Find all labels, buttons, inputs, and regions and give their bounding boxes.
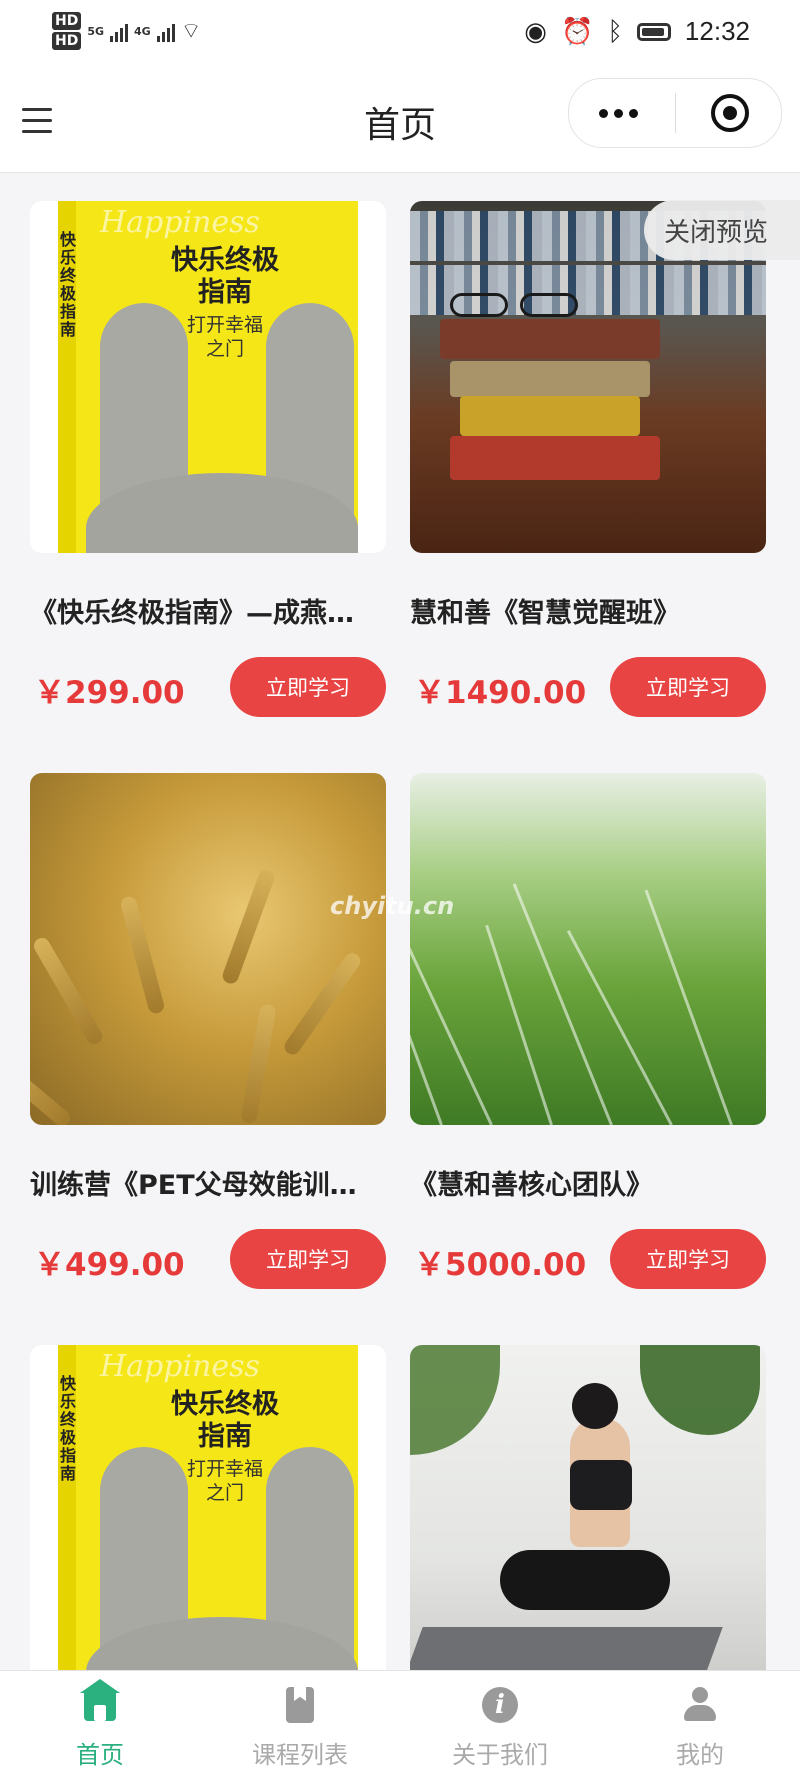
course-title[interactable]: 《快乐终极指南》—成燕… — [30, 591, 380, 631]
course-image[interactable] — [410, 1345, 766, 1697]
course-card[interactable]: 训练营《PET父母效能训… ￥499.00 立即学习 — [30, 773, 386, 1291]
course-image[interactable]: Happiness 快乐终极指南 快乐终极指南 打开幸福之门 — [30, 1345, 386, 1697]
course-title[interactable]: 《慧和善核心团队》 — [410, 1163, 760, 1203]
course-price: ￥5000.00 — [414, 1247, 587, 1283]
learn-now-button[interactable]: 立即学习 — [230, 1229, 386, 1289]
book-spine-title: 快乐终极指南 — [60, 1374, 77, 1483]
book-spine-title: 快乐终极指南 — [60, 230, 77, 339]
learn-now-button[interactable]: 立即学习 — [610, 1229, 766, 1289]
battery-icon — [636, 22, 671, 41]
learn-now-button[interactable]: 立即学习 — [610, 657, 766, 717]
book-brand: Happiness — [100, 205, 260, 240]
tab-mine[interactable]: 我的 — [600, 1671, 800, 1777]
eye-icon: ◉ — [524, 16, 547, 46]
tab-home[interactable]: 首页 — [0, 1671, 200, 1777]
learn-now-button[interactable]: 立即学习 — [230, 657, 386, 717]
alarm-icon: ⏰ — [560, 16, 594, 46]
nav-header: 首页 — [0, 70, 800, 173]
tab-label: 我的 — [676, 1741, 724, 1769]
capsule-divider — [675, 93, 676, 133]
price-row: ￥299.00 立即学习 — [30, 657, 386, 719]
sim-indicators: HD HD — [52, 12, 82, 50]
tab-label: 首页 — [76, 1741, 124, 1769]
course-card[interactable]: Happiness 快乐终极指南 快乐终极指南 打开幸福之门 — [30, 1345, 386, 1697]
tab-about-us[interactable]: i 关于我们 — [400, 1671, 600, 1777]
book-subtitle: 打开幸福之门 — [186, 1458, 263, 1504]
sim1-badge: HD — [52, 12, 82, 30]
status-left: HD HD 5G 4G ⌔ — [52, 12, 201, 50]
course-image[interactable]: Happiness 快乐终极指南 快乐终极指南 打开幸福之门 — [30, 201, 386, 553]
course-card[interactable]: 《慧和善核心团队》 ￥5000.00 立即学习 — [410, 773, 766, 1291]
status-bar: HD HD 5G 4G ⌔ ◉ ⏰ ᛒ 12:32 — [0, 0, 800, 70]
course-card[interactable]: 慧和善《智慧觉醒班》 ￥1490.00 立即学习 — [410, 201, 766, 719]
signal-icon — [110, 20, 129, 42]
course-title[interactable]: 训练营《PET父母效能训… — [30, 1163, 380, 1203]
sim2-badge: HD — [52, 32, 82, 50]
wifi-icon: ⌔ — [180, 19, 202, 44]
book-icon — [280, 1685, 320, 1725]
course-image[interactable] — [30, 773, 386, 1125]
book-brand: Happiness — [100, 1349, 260, 1384]
tab-label: 关于我们 — [452, 1741, 548, 1769]
miniprogram-capsule — [568, 78, 782, 148]
network-4g: 4G — [134, 24, 151, 38]
course-card[interactable] — [410, 1345, 766, 1697]
info-icon: i — [480, 1685, 520, 1725]
book-title: 快乐终极指南 — [171, 1389, 279, 1452]
price-row: ￥5000.00 立即学习 — [410, 1229, 766, 1291]
price-row: ￥499.00 立即学习 — [30, 1229, 386, 1291]
user-icon — [680, 1685, 720, 1725]
course-title[interactable]: 慧和善《智慧觉醒班》 — [410, 591, 760, 631]
price-row: ￥1490.00 立即学习 — [410, 657, 766, 719]
network-5g: 5G — [87, 24, 105, 38]
book-title: 快乐终极指南 — [171, 245, 279, 308]
status-time: 12:32 — [684, 16, 750, 46]
course-image[interactable] — [410, 773, 766, 1125]
status-right: ◉ ⏰ ᛒ 12:32 — [524, 16, 750, 47]
book-subtitle: 打开幸福之门 — [186, 314, 263, 360]
glasses-icon — [450, 293, 590, 319]
tab-bar: 首页 课程列表 i 关于我们 我的 — [0, 1670, 800, 1777]
bluetooth-icon: ᛒ — [607, 16, 623, 46]
close-miniprogram-icon[interactable] — [711, 94, 749, 132]
signal-icon-2 — [156, 20, 175, 42]
tab-label: 课程列表 — [252, 1741, 348, 1769]
course-card[interactable]: Happiness 快乐终极指南 快乐终极指南 打开幸福之门 《快乐终极指南》—… — [30, 201, 386, 719]
watermark: chyitu.cn — [330, 892, 455, 920]
course-price: ￥1490.00 — [414, 675, 587, 711]
tab-course-list[interactable]: 课程列表 — [200, 1671, 400, 1777]
course-price: ￥299.00 — [34, 675, 185, 711]
course-price: ￥499.00 — [34, 1247, 185, 1283]
home-icon — [80, 1679, 120, 1725]
close-preview-button[interactable]: 关闭预览 — [644, 200, 800, 260]
